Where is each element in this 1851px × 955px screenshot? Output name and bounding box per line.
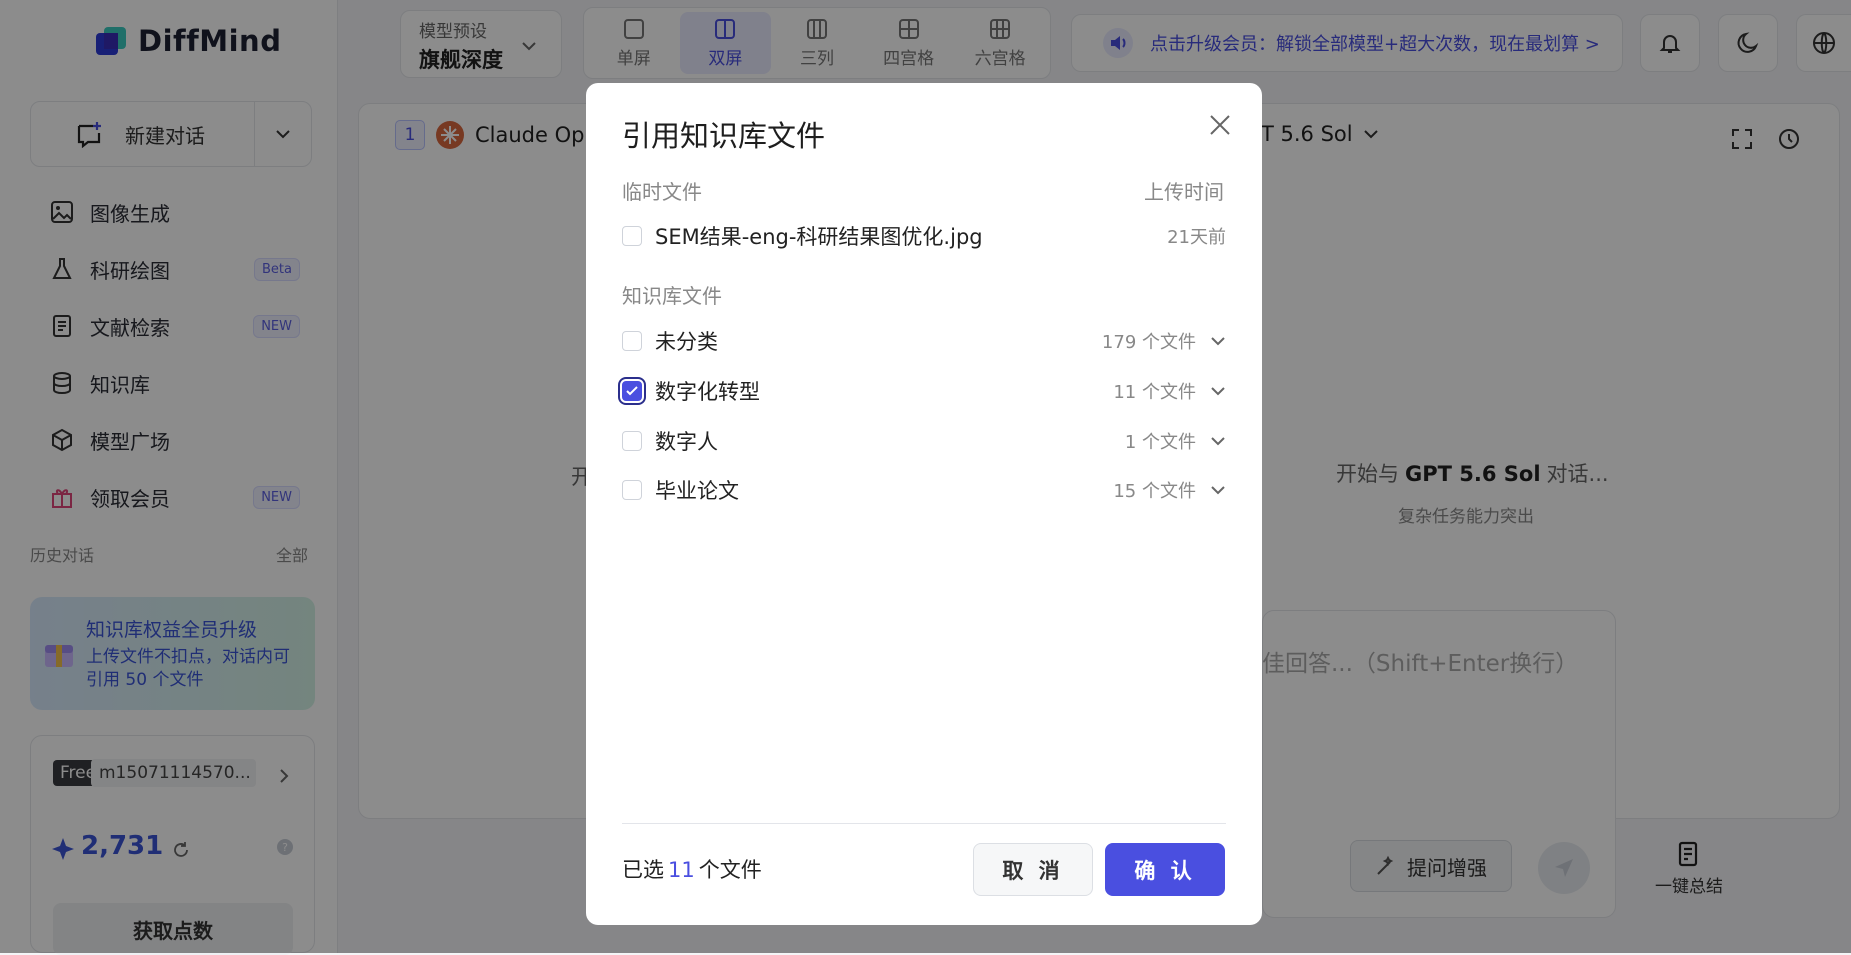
- kb-files-heading: 知识库文件: [622, 284, 722, 308]
- folder-name: 数字人: [655, 430, 718, 454]
- temp-files-heading: 临时文件: [622, 180, 702, 204]
- selected-suffix: 个文件: [698, 858, 762, 882]
- folder-name: 未分类: [655, 330, 718, 354]
- chevron-down-icon[interactable]: [1210, 485, 1226, 495]
- chevron-down-icon[interactable]: [1210, 336, 1226, 346]
- chevron-down-icon[interactable]: [1210, 386, 1226, 396]
- folder-checkbox[interactable]: [622, 480, 642, 500]
- folder-checkbox[interactable]: [622, 431, 642, 451]
- footer-divider: [622, 823, 1226, 824]
- temp-file-row[interactable]: SEM结果-eng-科研结果图优化.jpg 21天前: [622, 216, 1226, 256]
- confirm-button[interactable]: 确 认: [1105, 843, 1225, 896]
- file-name: SEM结果-eng-科研结果图优化.jpg: [655, 225, 983, 249]
- selected-prefix: 已选: [622, 858, 664, 882]
- kb-folder-row[interactable]: 数字人 1 个文件: [622, 421, 1226, 461]
- folder-checkbox-checked[interactable]: [622, 381, 642, 401]
- folder-count: 11 个文件: [1113, 382, 1196, 403]
- folder-name: 数字化转型: [655, 380, 760, 404]
- check-icon: [626, 386, 638, 396]
- folder-name: 毕业论文: [655, 479, 739, 503]
- kb-folder-row[interactable]: 未分类 179 个文件: [622, 321, 1226, 361]
- knowledge-file-dialog: 引用知识库文件 临时文件 上传时间 SEM结果-eng-科研结果图优化.jpg …: [586, 83, 1262, 925]
- folder-count: 179 个文件: [1101, 332, 1196, 353]
- folder-count: 15 个文件: [1113, 481, 1196, 502]
- file-time: 21天前: [1167, 227, 1226, 248]
- cancel-button[interactable]: 取 消: [973, 843, 1093, 896]
- selected-count-text: 已选 11 个文件: [622, 854, 762, 884]
- folder-count: 1 个文件: [1124, 432, 1196, 453]
- close-icon[interactable]: [1208, 113, 1232, 137]
- folder-checkbox[interactable]: [622, 331, 642, 351]
- kb-folder-row[interactable]: 毕业论文 15 个文件: [622, 470, 1226, 510]
- chevron-down-icon[interactable]: [1210, 436, 1226, 446]
- file-checkbox[interactable]: [622, 226, 642, 246]
- kb-folder-row[interactable]: 数字化转型 11 个文件: [622, 371, 1226, 411]
- upload-time-heading: 上传时间: [1144, 180, 1224, 204]
- selected-count: 11: [668, 858, 695, 882]
- dialog-title: 引用知识库文件: [622, 119, 826, 153]
